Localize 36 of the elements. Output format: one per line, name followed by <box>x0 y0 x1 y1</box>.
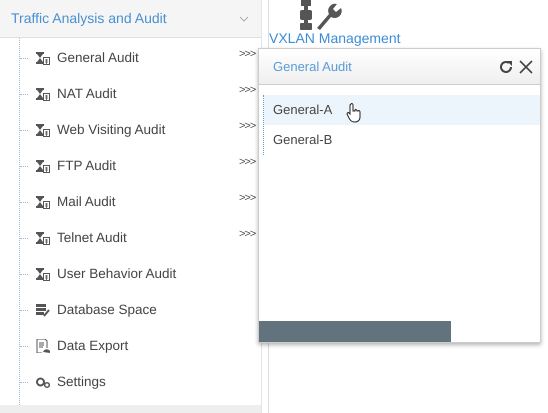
audit-icon <box>36 195 50 209</box>
export-icon <box>36 339 50 353</box>
sidebar-item[interactable]: Mail Audit <box>57 192 239 212</box>
popup-title: General Audit <box>273 58 353 76</box>
sidebar-item[interactable]: FTP Audit <box>57 156 239 176</box>
tile-label[interactable]: VXLAN Management <box>269 29 401 47</box>
submenu-arrows[interactable]: >>> <box>239 46 261 62</box>
sidebar-item[interactable]: General Audit <box>57 48 239 68</box>
submenu-arrows[interactable]: >>> <box>239 190 261 206</box>
sidebar-item[interactable]: Web Visiting Audit <box>57 120 239 140</box>
section-title: Traffic Analysis and Audit <box>11 9 168 28</box>
audit-icon <box>36 123 50 137</box>
sidebar-item[interactable]: Data Export <box>57 336 261 356</box>
submenu-arrows[interactable]: >>> <box>239 118 261 134</box>
close-icon[interactable] <box>518 58 534 74</box>
submenu-arrows[interactable]: >>> <box>239 154 261 170</box>
database-icon <box>36 303 50 317</box>
settings-icon <box>36 375 50 389</box>
audit-icon <box>36 231 50 245</box>
audit-icon <box>36 267 50 281</box>
sidebar-item[interactable]: Telnet Audit <box>57 228 239 248</box>
hand-cursor-icon <box>346 103 362 123</box>
submenu-arrows[interactable]: >>> <box>239 226 261 242</box>
submenu-arrows[interactable]: >>> <box>239 82 261 98</box>
audit-icon <box>36 159 50 173</box>
tool-icon[interactable] <box>297 0 343 30</box>
audit-icon <box>36 87 50 101</box>
audit-icon <box>36 51 50 65</box>
sidebar-item[interactable]: Database Space <box>57 300 261 320</box>
refresh-icon[interactable] <box>498 58 514 74</box>
sidebar-item[interactable]: Settings <box>57 372 261 392</box>
sidebar-item[interactable]: User Behavior Audit <box>57 264 261 284</box>
popup-item[interactable]: General-B <box>264 125 540 155</box>
scrollbar[interactable] <box>259 321 451 342</box>
popup-item[interactable]: General-A <box>264 95 540 125</box>
sidebar-item[interactable]: NAT Audit <box>57 84 239 104</box>
